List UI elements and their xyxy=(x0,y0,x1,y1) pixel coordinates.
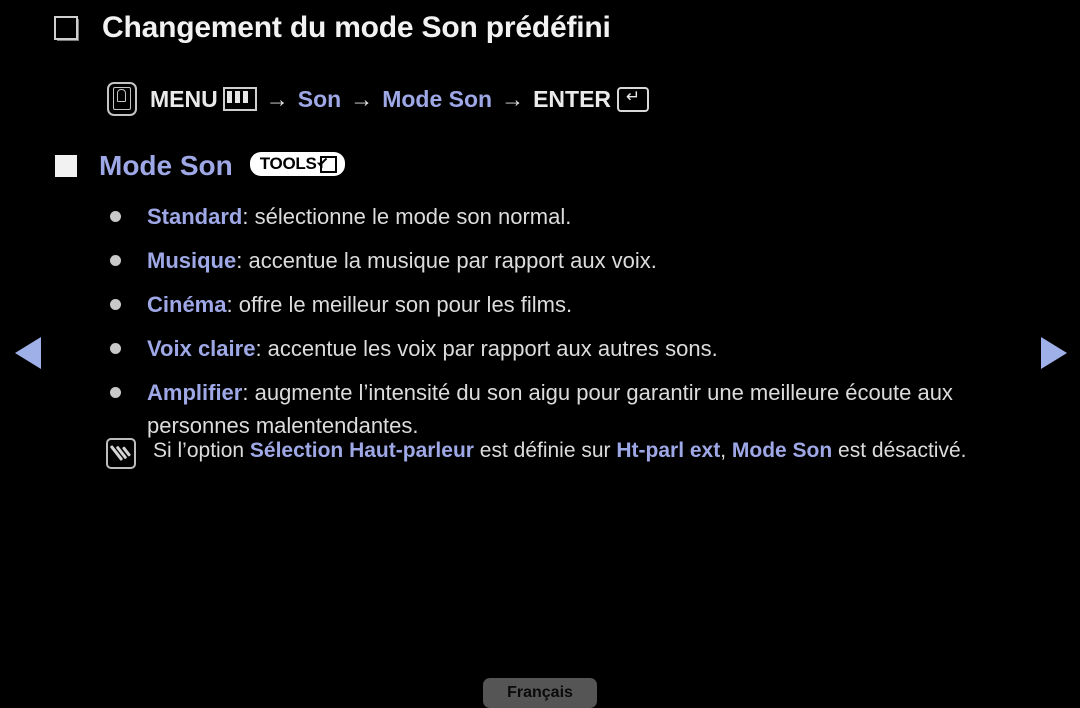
option-description: accentue les voix par rapport aux autres… xyxy=(267,336,718,361)
list-item[interactable]: Musique: accentue la musique par rapport… xyxy=(110,244,1050,277)
list-item-text: Standard: sélectionne le mode son normal… xyxy=(147,200,571,233)
menu-path-item-mode-son[interactable]: Mode Son xyxy=(382,86,492,113)
note-part-4: est désactivé. xyxy=(832,439,967,462)
list-item[interactable]: Cinéma: offre le meilleur son pour les f… xyxy=(110,288,1050,321)
tools-badge[interactable]: TOOLS xyxy=(249,152,345,176)
tools-badge-label: TOOLS xyxy=(259,154,317,173)
path-arrow-2: → xyxy=(350,85,374,112)
list-item-text: Voix claire: accentue les voix par rappo… xyxy=(147,332,718,365)
note-pencil-icon xyxy=(106,438,136,469)
language-button[interactable]: Français xyxy=(483,678,597,708)
note-highlight-1: Sélection Haut-parleur xyxy=(249,439,474,462)
enter-label: ENTER xyxy=(533,85,612,112)
sound-mode-option-list: Standard: sélectionne le mode son normal… xyxy=(110,200,1050,453)
note-part-1: Si l’option xyxy=(153,439,250,462)
option-description: augmente l’intensité du son aigu pour ga… xyxy=(147,380,953,438)
enter-return-icon: ↵ xyxy=(617,86,650,112)
list-item[interactable]: Voix claire: accentue les voix par rappo… xyxy=(110,332,1050,365)
section-heading-row: Mode Son TOOLS xyxy=(55,150,345,182)
menu-bars-icon xyxy=(222,87,257,111)
option-term: Amplifier xyxy=(147,380,243,405)
list-item[interactable]: Amplifier: augmente l’intensité du son a… xyxy=(110,376,1050,442)
note-highlight-2: Ht-parl ext xyxy=(616,439,721,462)
note-highlight-3: Mode Son xyxy=(731,439,833,462)
bullet-dot-icon xyxy=(110,299,121,310)
page-title-row: Changement du mode Son prédéfini xyxy=(54,11,611,45)
page-title: Changement du mode Son prédéfini xyxy=(102,11,611,44)
list-item-text: Amplifier: augmente l’intensité du son a… xyxy=(147,376,1050,442)
next-page-arrow-icon[interactable] xyxy=(1041,337,1067,369)
option-separator: : xyxy=(242,380,255,405)
option-term: Cinéma xyxy=(147,292,227,317)
bullet-dot-icon xyxy=(110,211,121,222)
remote-menu-button-icon xyxy=(107,82,137,116)
filled-square-bullet-icon xyxy=(55,155,77,177)
option-description: sélectionne le mode son normal. xyxy=(254,204,572,229)
bullet-dot-icon xyxy=(110,343,121,354)
option-separator: : xyxy=(242,204,255,229)
option-term: Voix claire xyxy=(147,336,256,361)
list-item-text: Musique: accentue la musique par rapport… xyxy=(147,244,657,277)
section-title: Mode Son xyxy=(99,150,233,181)
list-item[interactable]: Standard: sélectionne le mode son normal… xyxy=(110,200,1050,233)
option-separator: : xyxy=(236,248,249,273)
option-term: Standard xyxy=(147,204,243,229)
option-description: offre le meilleur son pour les films. xyxy=(238,292,573,317)
option-separator: : xyxy=(255,336,268,361)
option-separator: : xyxy=(226,292,239,317)
list-item-text: Cinéma: offre le meilleur son pour les f… xyxy=(147,288,572,321)
path-arrow-1: → xyxy=(265,85,289,112)
bullet-dot-icon xyxy=(110,255,121,266)
bullet-dot-icon xyxy=(110,387,121,398)
menu-path-breadcrumb: MENU → Son → Mode Son → ENTER ↵ xyxy=(107,82,650,116)
note-part-2: est définie sur xyxy=(473,439,617,462)
path-arrow-3: → xyxy=(501,85,525,112)
menu-label: MENU xyxy=(150,85,218,112)
menu-path-item-son[interactable]: Son xyxy=(298,86,341,113)
outlined-square-icon xyxy=(54,16,78,40)
tools-arrow-box-icon xyxy=(319,155,337,173)
note-row: Si l’option Sélection Haut-parleur est d… xyxy=(106,434,1046,469)
option-term: Musique xyxy=(147,248,237,273)
option-description: accentue la musique par rapport aux voix… xyxy=(248,248,657,273)
previous-page-arrow-icon[interactable] xyxy=(15,337,41,369)
note-text: Si l’option Sélection Haut-parleur est d… xyxy=(153,434,966,468)
note-part-3: , xyxy=(720,439,732,462)
